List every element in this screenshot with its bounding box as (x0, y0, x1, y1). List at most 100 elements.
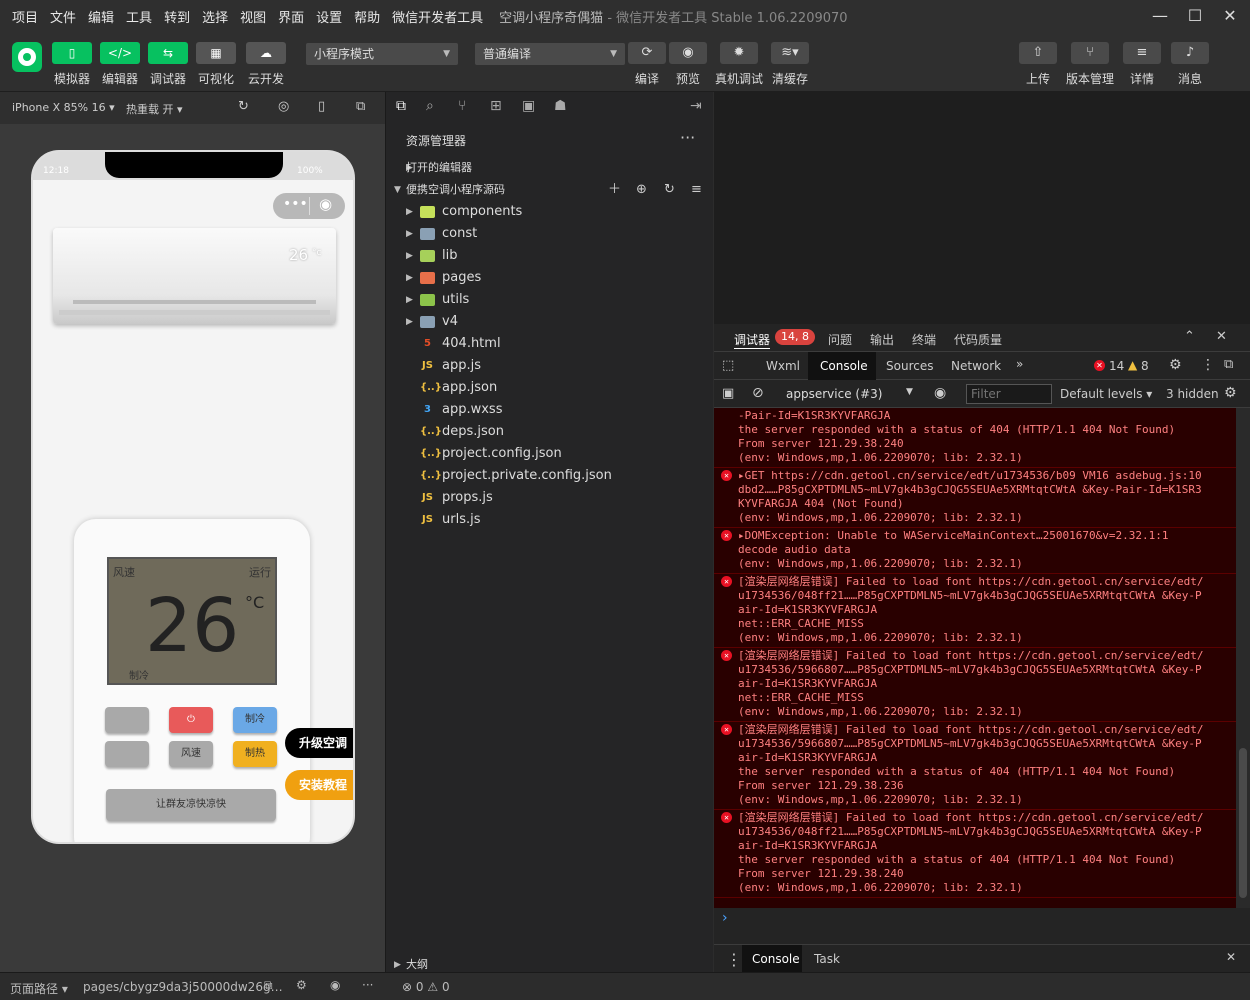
project-section[interactable]: ▼ 便携空调小程序源码 ＋ ⊕ ↻ ≡ (386, 179, 713, 201)
path-label[interactable]: 页面路径 ▾ (10, 980, 68, 997)
version-label[interactable]: 版本管理 (1062, 70, 1118, 87)
clear-cache-label[interactable]: 清缓存 (768, 70, 812, 87)
tutorial-pill[interactable]: 安装教程 (285, 770, 353, 800)
folder-item[interactable]: ▶ v4 (386, 311, 713, 333)
tab-task[interactable]: Task (814, 952, 840, 966)
remote-debug-label[interactable]: 真机调试 (712, 70, 766, 87)
filter-input[interactable] (966, 384, 1052, 404)
branch-icon[interactable]: ⑂ (458, 98, 466, 114)
problems-summary[interactable]: ⊗ 0 ⚠ 0 (402, 980, 450, 994)
folder-item[interactable]: ▶ utils (386, 289, 713, 311)
console-error-message[interactable]: ✕ [渲染层网络层错误] Failed to load font https://… (714, 722, 1236, 810)
details-label[interactable]: 详情 (1123, 70, 1161, 87)
collapse-all-icon[interactable]: ≡ (691, 179, 702, 201)
folder-item[interactable]: ▶ components (386, 201, 713, 223)
avatar[interactable] (12, 42, 42, 72)
file-item[interactable]: {..} app.json (386, 377, 713, 399)
menu-item[interactable]: 工具 (120, 7, 158, 26)
folder-item[interactable]: ▶ lib (386, 245, 713, 267)
menu-item[interactable]: 选择 (196, 7, 234, 26)
capsule-menu[interactable]: ••• ◉ (273, 193, 345, 219)
kebab-icon[interactable]: ⋮ (726, 950, 742, 969)
tab-sources[interactable]: Sources (886, 359, 933, 373)
file-item[interactable]: JS props.js (386, 487, 713, 509)
gear-icon[interactable]: ⚙ (1169, 357, 1182, 373)
search-icon[interactable]: ⌕ (426, 98, 434, 114)
extensions-icon[interactable]: ⊞ (490, 98, 502, 114)
tab-terminal[interactable]: 终端 (912, 331, 936, 348)
levels-select[interactable]: Default levels ▾ (1060, 387, 1152, 401)
more-icon[interactable]: ··· (680, 128, 695, 147)
folder-item[interactable]: ▶ const (386, 223, 713, 245)
bug-icon[interactable]: ✹ (720, 42, 758, 64)
gear-icon[interactable]: ⚙ (296, 978, 307, 992)
phone-icon[interactable]: ▯ (52, 42, 92, 64)
layout-icon[interactable]: ▦ (196, 42, 236, 64)
layers-icon[interactable]: ≋▾ (771, 42, 809, 64)
save-icon[interactable]: ▣ (522, 98, 535, 114)
menu-item[interactable]: 视图 (234, 7, 272, 26)
menu-item[interactable]: 设置 (310, 7, 348, 26)
code-icon[interactable]: </> (100, 42, 140, 64)
context-select[interactable]: appservice (#3) (786, 387, 882, 401)
copy-icon[interactable]: ⧉ (264, 978, 273, 993)
scrollbar[interactable] (1236, 408, 1250, 908)
more-tabs-icon[interactable]: » (1016, 357, 1023, 371)
menu-item[interactable]: 编辑 (82, 7, 120, 26)
console-error-message[interactable]: -Pair-Id=K1SR3KYVFARGJA the server respon… (714, 408, 1236, 468)
menu-item[interactable]: 转到 (158, 7, 196, 26)
undock-icon[interactable]: ⧉ (1224, 357, 1233, 372)
share-button[interactable]: 让群友凉快凉快 (106, 789, 276, 821)
eye-icon[interactable]: ◉ (330, 978, 340, 992)
file-item[interactable]: JS urls.js (386, 509, 713, 531)
close-icon[interactable]: ✕ (1216, 329, 1227, 344)
tab-network[interactable]: Network (951, 359, 1001, 373)
more-icon[interactable]: ··· (362, 978, 373, 992)
eye-icon[interactable]: ◉ (669, 42, 707, 64)
menu-item[interactable]: 界面 (272, 7, 310, 26)
more-icon[interactable]: ••• (283, 196, 308, 212)
messages-label[interactable]: 消息 (1171, 70, 1209, 87)
folder-item[interactable]: ▶ pages (386, 267, 713, 289)
branch-icon[interactable]: ⑂ (1071, 42, 1109, 64)
maximize-icon[interactable]: ☐ (1180, 0, 1210, 32)
close-icon[interactable]: ✕ (1226, 950, 1236, 964)
phone-icon[interactable]: ▯ (318, 99, 325, 114)
refresh-icon[interactable]: ⟳ (628, 42, 666, 64)
console-error-message[interactable]: ✕ ▸DOMException: Unable to WAServiceMainC… (714, 528, 1236, 574)
sliders-icon[interactable]: ⇆ (148, 42, 188, 64)
chevron-down-icon[interactable]: ▼ (906, 387, 913, 397)
console-error-message[interactable]: ✕ [渲染层网络层错误] Failed to load font https://… (714, 574, 1236, 648)
cool-button[interactable]: 制冷 (233, 707, 277, 733)
menu-item[interactable]: 微信开发者工具 (386, 7, 489, 26)
tab-problems[interactable]: 问题 (828, 331, 852, 348)
debugger-button-label[interactable]: 调试器 (148, 70, 188, 87)
file-item[interactable]: JS app.js (386, 355, 713, 377)
console-prompt[interactable]: › (722, 910, 728, 926)
refresh-icon[interactable]: ↻ (664, 179, 675, 201)
tab-wxml[interactable]: Wxml (766, 359, 800, 373)
device-select[interactable]: iPhone X 85% 16 ▾ (12, 101, 115, 114)
tab-console[interactable]: Console (820, 359, 868, 373)
simulator-button-label[interactable]: 模拟器 (52, 70, 92, 87)
rotate-icon[interactable]: ↻ (238, 99, 249, 114)
file-item[interactable]: 3 app.wxss (386, 399, 713, 421)
console-error-message[interactable]: ✕ [渲染层网络层错误] Failed to load font https://… (714, 648, 1236, 722)
menu-item[interactable]: 文件 (44, 7, 82, 26)
inspect-icon[interactable]: ⬚ (722, 358, 734, 373)
menu-item[interactable]: 项目 (6, 7, 44, 26)
clear-console-icon[interactable]: ⊘ (752, 385, 764, 401)
preview-label[interactable]: 预览 (669, 70, 707, 87)
tab-code-quality[interactable]: 代码质量 (954, 331, 1002, 348)
mode-select[interactable]: 小程序模式 ▼ (306, 43, 458, 65)
visual-button-label[interactable]: 可视化 (196, 70, 236, 87)
upgrade-pill[interactable]: 升级空调 (285, 728, 353, 758)
compile-select[interactable]: 普通编译 ▼ (475, 43, 625, 65)
popout-icon[interactable]: ⧉ (356, 99, 365, 114)
file-item[interactable]: 5 404.html (386, 333, 713, 355)
eye-icon[interactable]: ◉ (934, 385, 946, 401)
editor-button-label[interactable]: 编辑器 (100, 70, 140, 87)
menu-item[interactable]: 帮助 (348, 7, 386, 26)
chevron-up-icon[interactable]: ⌃ (1184, 329, 1195, 344)
console-error-message[interactable]: ✕ ▸GET https://cdn.getool.cn/service/edt/… (714, 468, 1236, 528)
